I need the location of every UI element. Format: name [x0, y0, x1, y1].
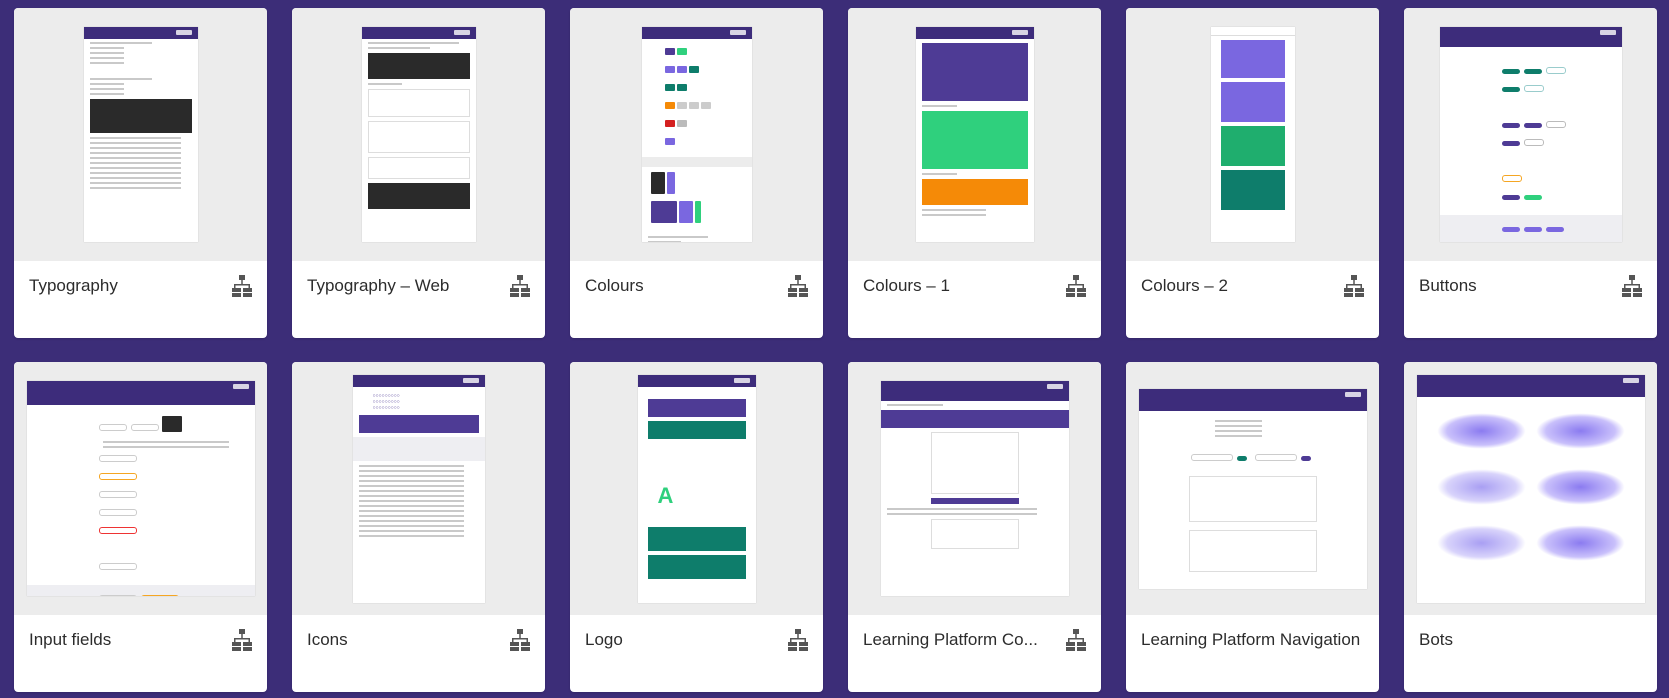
- artboard-label: Input fields: [29, 630, 112, 649]
- artboard-label: Typography: [29, 276, 118, 295]
- artboard-card-bots[interactable]: Bots: [1404, 362, 1657, 692]
- component-hierarchy-icon[interactable]: [1066, 275, 1086, 297]
- bot-illustration: [1436, 468, 1526, 505]
- artboard-thumbnail: A: [570, 362, 823, 615]
- artboard-card-logo[interactable]: A Logo: [570, 362, 823, 692]
- artboard-label: Typography – Web: [307, 276, 450, 295]
- artboard-label: Bots: [1419, 630, 1454, 649]
- component-hierarchy-icon[interactable]: [1066, 629, 1086, 651]
- component-hierarchy-icon[interactable]: [232, 629, 252, 651]
- artboard-thumbnail: [14, 362, 267, 615]
- artboard-card-typography-web[interactable]: Typography – Web: [292, 8, 545, 338]
- component-hierarchy-icon[interactable]: [788, 275, 808, 297]
- artboard-grid: Typography Typography – Web Colours Colo…: [14, 8, 1657, 692]
- artboard-thumbnail: [848, 8, 1101, 261]
- artboard-label: Colours – 2: [1141, 276, 1228, 295]
- artboard-label: Buttons: [1419, 276, 1477, 295]
- artboard-label: Learning Platform Co...: [863, 630, 1038, 649]
- component-hierarchy-icon[interactable]: [788, 629, 808, 651]
- bot-illustration: [1535, 524, 1625, 561]
- bot-illustration: [1436, 524, 1526, 561]
- artboard-thumbnail: [14, 8, 267, 261]
- bot-illustration: [1535, 412, 1625, 449]
- component-hierarchy-icon[interactable]: [1622, 275, 1642, 297]
- artboard-thumbnail: [848, 362, 1101, 615]
- artboard-card-colours-2[interactable]: Colours – 2: [1126, 8, 1379, 338]
- bot-illustration: [1535, 468, 1625, 505]
- artboard-thumbnail: ○○○○○○○○○ ○○○○○○○○○ ○○○○○○○○○: [292, 362, 545, 615]
- component-hierarchy-icon[interactable]: [232, 275, 252, 297]
- bot-illustration: [1436, 412, 1526, 449]
- artboard-card-colours[interactable]: Colours: [570, 8, 823, 338]
- component-hierarchy-icon[interactable]: [510, 275, 530, 297]
- artboard-label: Colours – 1: [863, 276, 950, 295]
- artboard-thumbnail: [570, 8, 823, 261]
- artboard-thumbnail: [1126, 8, 1379, 261]
- artboard-thumbnail: [1404, 362, 1657, 615]
- component-hierarchy-icon[interactable]: [1344, 275, 1364, 297]
- artboard-label: Logo: [585, 630, 623, 649]
- artboard-card-learning-platform-navigation[interactable]: Learning Platform Navigation: [1126, 362, 1379, 692]
- artboard-card-icons[interactable]: ○○○○○○○○○ ○○○○○○○○○ ○○○○○○○○○ Icons: [292, 362, 545, 692]
- artboard-thumbnail: [292, 8, 545, 261]
- component-hierarchy-icon[interactable]: [510, 629, 530, 651]
- artboard-label: Learning Platform Navigation: [1141, 630, 1361, 649]
- artboard-thumbnail: [1404, 8, 1657, 261]
- artboard-label: Colours: [585, 276, 644, 295]
- artboard-card-colours-1[interactable]: Colours – 1: [848, 8, 1101, 338]
- artboard-card-typography[interactable]: Typography: [14, 8, 267, 338]
- artboard-label: Icons: [307, 630, 348, 649]
- artboard-card-input-fields[interactable]: Input fields: [14, 362, 267, 692]
- artboard-card-learning-platform-components[interactable]: Learning Platform Co...: [848, 362, 1101, 692]
- artboard-thumbnail: [1126, 362, 1379, 615]
- artboard-card-buttons[interactable]: Buttons: [1404, 8, 1657, 338]
